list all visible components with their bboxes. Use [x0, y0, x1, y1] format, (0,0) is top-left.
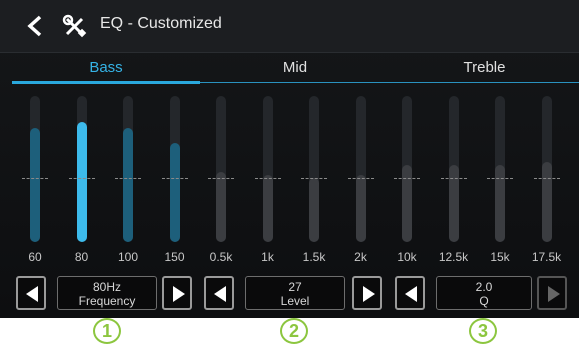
slider-fill — [541, 162, 552, 242]
level-increase-button[interactable] — [352, 276, 382, 310]
arrow-left-icon — [405, 286, 417, 302]
zero-mark — [68, 178, 95, 180]
arrow-left-icon — [214, 286, 226, 302]
slider-fill — [76, 122, 87, 242]
eq-slider-2k[interactable] — [347, 96, 374, 242]
q-label: Q — [479, 294, 489, 308]
tab-divider — [200, 82, 579, 83]
level-decrease-button[interactable] — [204, 276, 234, 310]
eq-sliders: 60 80 100 150 0.5k 1k 1.5k 2k 10k 12.5k 15k 17.5k — [0, 88, 579, 266]
band-label: 60 — [28, 250, 42, 264]
eq-slider-17.5k[interactable] — [533, 96, 560, 242]
q-increase-button[interactable] — [537, 276, 567, 310]
zero-mark — [487, 178, 513, 180]
zero-mark — [347, 178, 374, 180]
page-title: EQ - Customized — [100, 15, 222, 32]
arrow-right-icon — [173, 286, 185, 302]
slider-fill — [262, 175, 273, 242]
zero-mark — [440, 178, 467, 180]
band-label: 100 — [117, 250, 139, 264]
active-tab-indicator — [12, 81, 200, 84]
slider-fill — [216, 172, 226, 242]
slider-fill — [355, 175, 366, 242]
level-value-box: 27 Level — [245, 276, 345, 310]
slider-fill — [169, 143, 180, 242]
eq-controls: 80Hz Frequency 27 Level 2.0 Q — [0, 272, 579, 316]
band-label: 80 — [74, 250, 89, 264]
band-label: 1k — [261, 250, 274, 264]
eq-tabs: Bass Mid Treble — [0, 53, 579, 85]
band-label: 10k — [397, 250, 417, 264]
level-value: 27 — [288, 280, 302, 294]
q-value: 2.0 — [475, 280, 493, 294]
frequency-increase-button[interactable] — [162, 276, 192, 310]
eq-slider-150[interactable] — [161, 96, 188, 242]
q-decrease-button[interactable] — [395, 276, 425, 310]
slider-fill — [402, 165, 412, 242]
eq-slider-10k[interactable] — [394, 96, 420, 242]
eq-slider-80[interactable] — [68, 96, 95, 242]
level-label: Level — [280, 294, 310, 308]
arrow-left-icon — [26, 286, 38, 302]
slider-fill — [495, 165, 505, 242]
frequency-decrease-button[interactable] — [16, 276, 46, 310]
zero-mark — [533, 178, 560, 180]
band-label: 0.5k — [209, 250, 233, 264]
band-label: 12.5k — [438, 250, 469, 264]
tab-mid[interactable]: Mid — [200, 53, 390, 83]
tab-bass[interactable]: Bass — [12, 53, 200, 83]
callout-1: 1 — [93, 318, 121, 344]
eq-slider-15k[interactable] — [487, 96, 513, 242]
slider-fill — [123, 128, 133, 242]
back-button[interactable] — [24, 14, 46, 38]
zero-mark — [161, 178, 188, 180]
slider-fill — [30, 128, 40, 242]
title-bar: EQ - Customized — [0, 0, 579, 53]
eq-slider-1.5k[interactable] — [301, 96, 327, 242]
band-label: 150 — [164, 250, 185, 264]
tab-treble[interactable]: Treble — [390, 53, 579, 83]
zero-mark — [394, 178, 420, 180]
q-value-box: 2.0 Q — [436, 276, 532, 310]
chevron-left-icon — [27, 15, 42, 37]
callout-3: 3 — [469, 318, 497, 344]
band-label: 1.5k — [302, 250, 326, 264]
eq-slider-100[interactable] — [115, 96, 141, 242]
slider-fill — [309, 178, 319, 242]
zero-mark — [301, 178, 327, 180]
band-label: 2k — [354, 250, 367, 264]
slider-fill — [448, 165, 459, 242]
arrow-right-icon — [548, 286, 560, 302]
eq-slider-60[interactable] — [22, 96, 48, 242]
eq-slider-12.5k[interactable] — [440, 96, 467, 242]
zero-mark — [254, 178, 281, 180]
frequency-value-box: 80Hz Frequency — [57, 276, 157, 310]
frequency-label: Frequency — [78, 294, 136, 308]
eq-screen: EQ - Customized Bass Mid Treble 60 80 100 1… — [0, 0, 579, 318]
zero-mark — [208, 178, 234, 180]
zero-mark — [115, 178, 141, 180]
frequency-value: 80Hz — [92, 280, 121, 294]
band-label: 17.5k — [531, 250, 562, 264]
tools-icon — [62, 14, 88, 38]
zero-mark — [22, 178, 48, 180]
arrow-right-icon — [363, 286, 375, 302]
callout-2: 2 — [280, 318, 308, 344]
eq-slider-1k[interactable] — [254, 96, 281, 242]
eq-slider-0.5k[interactable] — [208, 96, 234, 242]
band-label: 15k — [490, 250, 510, 264]
